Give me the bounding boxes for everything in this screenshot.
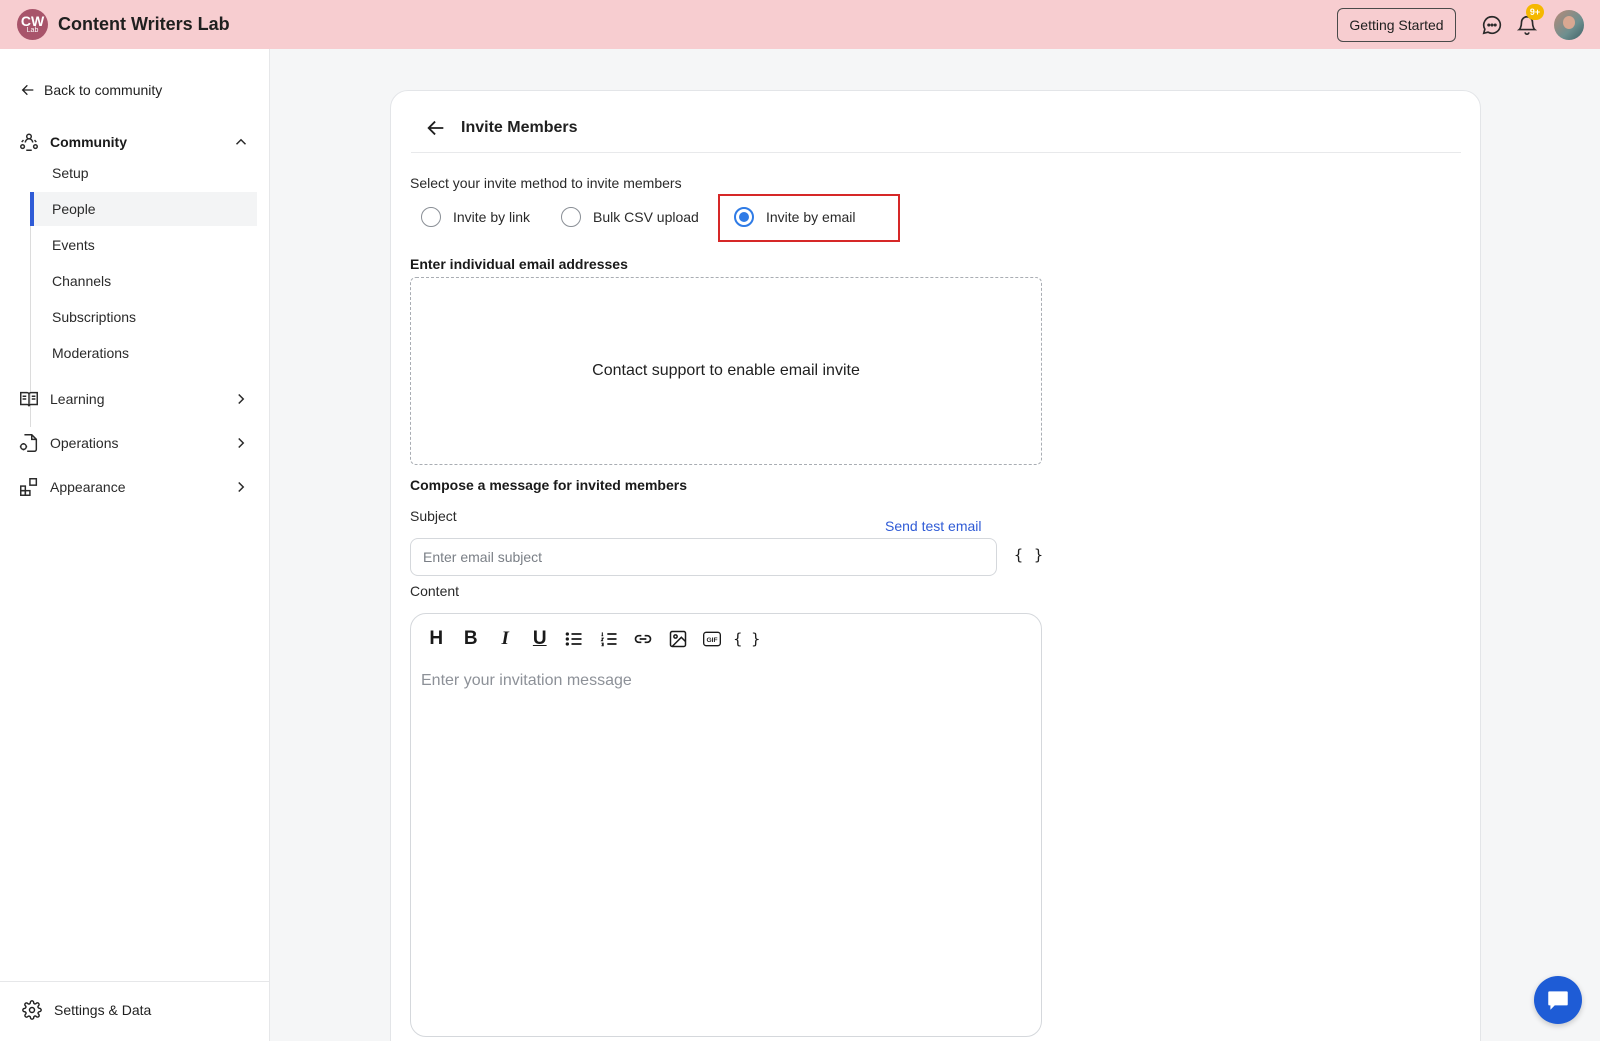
back-to-community-link[interactable]: Back to community (20, 82, 162, 98)
bullet-list-button[interactable] (557, 626, 592, 652)
image-button[interactable] (661, 626, 696, 652)
radio-button[interactable] (421, 207, 441, 227)
radio-invite-by-link[interactable]: Invite by link (421, 205, 530, 229)
content-label: Content (410, 583, 460, 599)
radio-button[interactable] (561, 207, 581, 227)
variables-button[interactable]: { } (730, 626, 765, 652)
compose-message-label: Compose a message for invited members (410, 477, 687, 493)
community-icon (20, 133, 38, 151)
numbered-list-icon (600, 632, 617, 647)
chevron-right-icon[interactable] (232, 478, 250, 496)
sidebar-item-channels[interactable]: Channels (30, 264, 257, 298)
italic-button[interactable]: I (488, 626, 523, 652)
subject-input[interactable] (410, 538, 997, 576)
gif-button[interactable]: GIF (695, 626, 730, 652)
insert-variable-button[interactable]: { } (1014, 546, 1044, 564)
top-bar: CW Lab Content Writers Lab Getting Start… (0, 0, 1600, 49)
editor-toolbar: H B I U GIF {} (419, 626, 764, 652)
community-name[interactable]: Content Writers Lab (58, 14, 230, 35)
user-avatar[interactable] (1554, 10, 1584, 40)
arrow-left-icon[interactable] (425, 117, 447, 139)
radio-label: Bulk CSV upload (593, 209, 699, 225)
content-editor[interactable]: H B I U GIF {} Enter your invitation me… (410, 613, 1042, 1037)
chat-icon (1548, 991, 1568, 1010)
settings-and-data-label: Settings & Data (54, 1002, 152, 1018)
book-icon (20, 391, 38, 407)
nav-section-operations[interactable]: Operations (18, 431, 250, 455)
invite-method-prompt: Select your invite method to invite memb… (410, 175, 682, 191)
radio-label: Invite by link (453, 209, 531, 225)
nav-section-learning[interactable]: Learning (18, 387, 250, 411)
image-icon (669, 630, 686, 648)
arrow-left-icon (21, 84, 34, 96)
chat-support-button[interactable] (1534, 976, 1582, 1024)
link-button[interactable] (626, 626, 661, 652)
content-placeholder: Enter your invitation message (421, 672, 632, 689)
nav-section-community-label: Community (50, 134, 127, 150)
nav-section-learning-label: Learning (50, 391, 105, 407)
underline-icon: U (532, 628, 547, 649)
sidebar-item-setup[interactable]: Setup (30, 156, 257, 190)
nav-section-appearance[interactable]: Appearance (18, 475, 250, 499)
heading-button[interactable]: H (419, 626, 454, 652)
page-title: Invite Members (461, 119, 578, 136)
italic-icon: I (501, 628, 509, 649)
bullet-list-icon (565, 632, 582, 646)
selection-highlight-box (718, 194, 900, 242)
sidebar-item-events[interactable]: Events (30, 228, 257, 262)
bold-button[interactable]: B (454, 626, 489, 652)
nav-section-operations-label: Operations (50, 435, 119, 451)
operations-file-icon (19, 434, 38, 452)
widgets-icon (20, 478, 38, 496)
chevron-up-icon[interactable] (232, 133, 250, 151)
underline-button[interactable]: U (523, 626, 558, 652)
notification-count-badge: 9+ (1526, 4, 1544, 20)
numbered-list-button[interactable] (592, 626, 627, 652)
getting-started-button[interactable]: Getting Started (1337, 8, 1456, 42)
subject-label: Subject (410, 508, 457, 524)
nav-section-appearance-label: Appearance (50, 479, 126, 495)
nav-section-community[interactable]: Community (18, 130, 250, 154)
gear-icon (22, 1000, 42, 1020)
settings-and-data-link[interactable]: Settings & Data (22, 1000, 151, 1020)
chat-bubble-icon[interactable] (1481, 14, 1503, 36)
link-icon (635, 634, 652, 644)
sidebar: Back to community Community Setup People… (0, 49, 270, 1041)
bold-icon: B (463, 628, 478, 649)
radio-bulk-csv-upload[interactable]: Bulk CSV upload (561, 205, 699, 229)
variables-icon: { } (733, 630, 761, 648)
invite-members-card: Invite Members Select your invite method… (390, 90, 1481, 1041)
sidebar-footer: Settings & Data (0, 981, 269, 1041)
chevron-right-icon[interactable] (232, 390, 250, 408)
sidebar-item-moderations[interactable]: Moderations (30, 336, 257, 370)
chevron-right-icon[interactable] (232, 434, 250, 452)
community-logo[interactable]: CW Lab (17, 9, 48, 40)
svg-text:GIF: GIF (707, 637, 718, 644)
send-test-email-link[interactable]: Send test email (885, 518, 982, 534)
gif-icon: GIF (703, 631, 722, 647)
heading-icon: H (429, 628, 444, 649)
card-header: Invite Members (411, 111, 1461, 153)
email-addresses-area: Contact support to enable email invite (410, 277, 1042, 465)
email-invite-disabled-message: Contact support to enable email invite (592, 362, 860, 379)
email-addresses-label: Enter individual email addresses (410, 256, 628, 272)
sidebar-item-people[interactable]: People (30, 192, 257, 226)
back-to-community-label: Back to community (44, 82, 163, 98)
sidebar-item-subscriptions[interactable]: Subscriptions (30, 300, 257, 334)
